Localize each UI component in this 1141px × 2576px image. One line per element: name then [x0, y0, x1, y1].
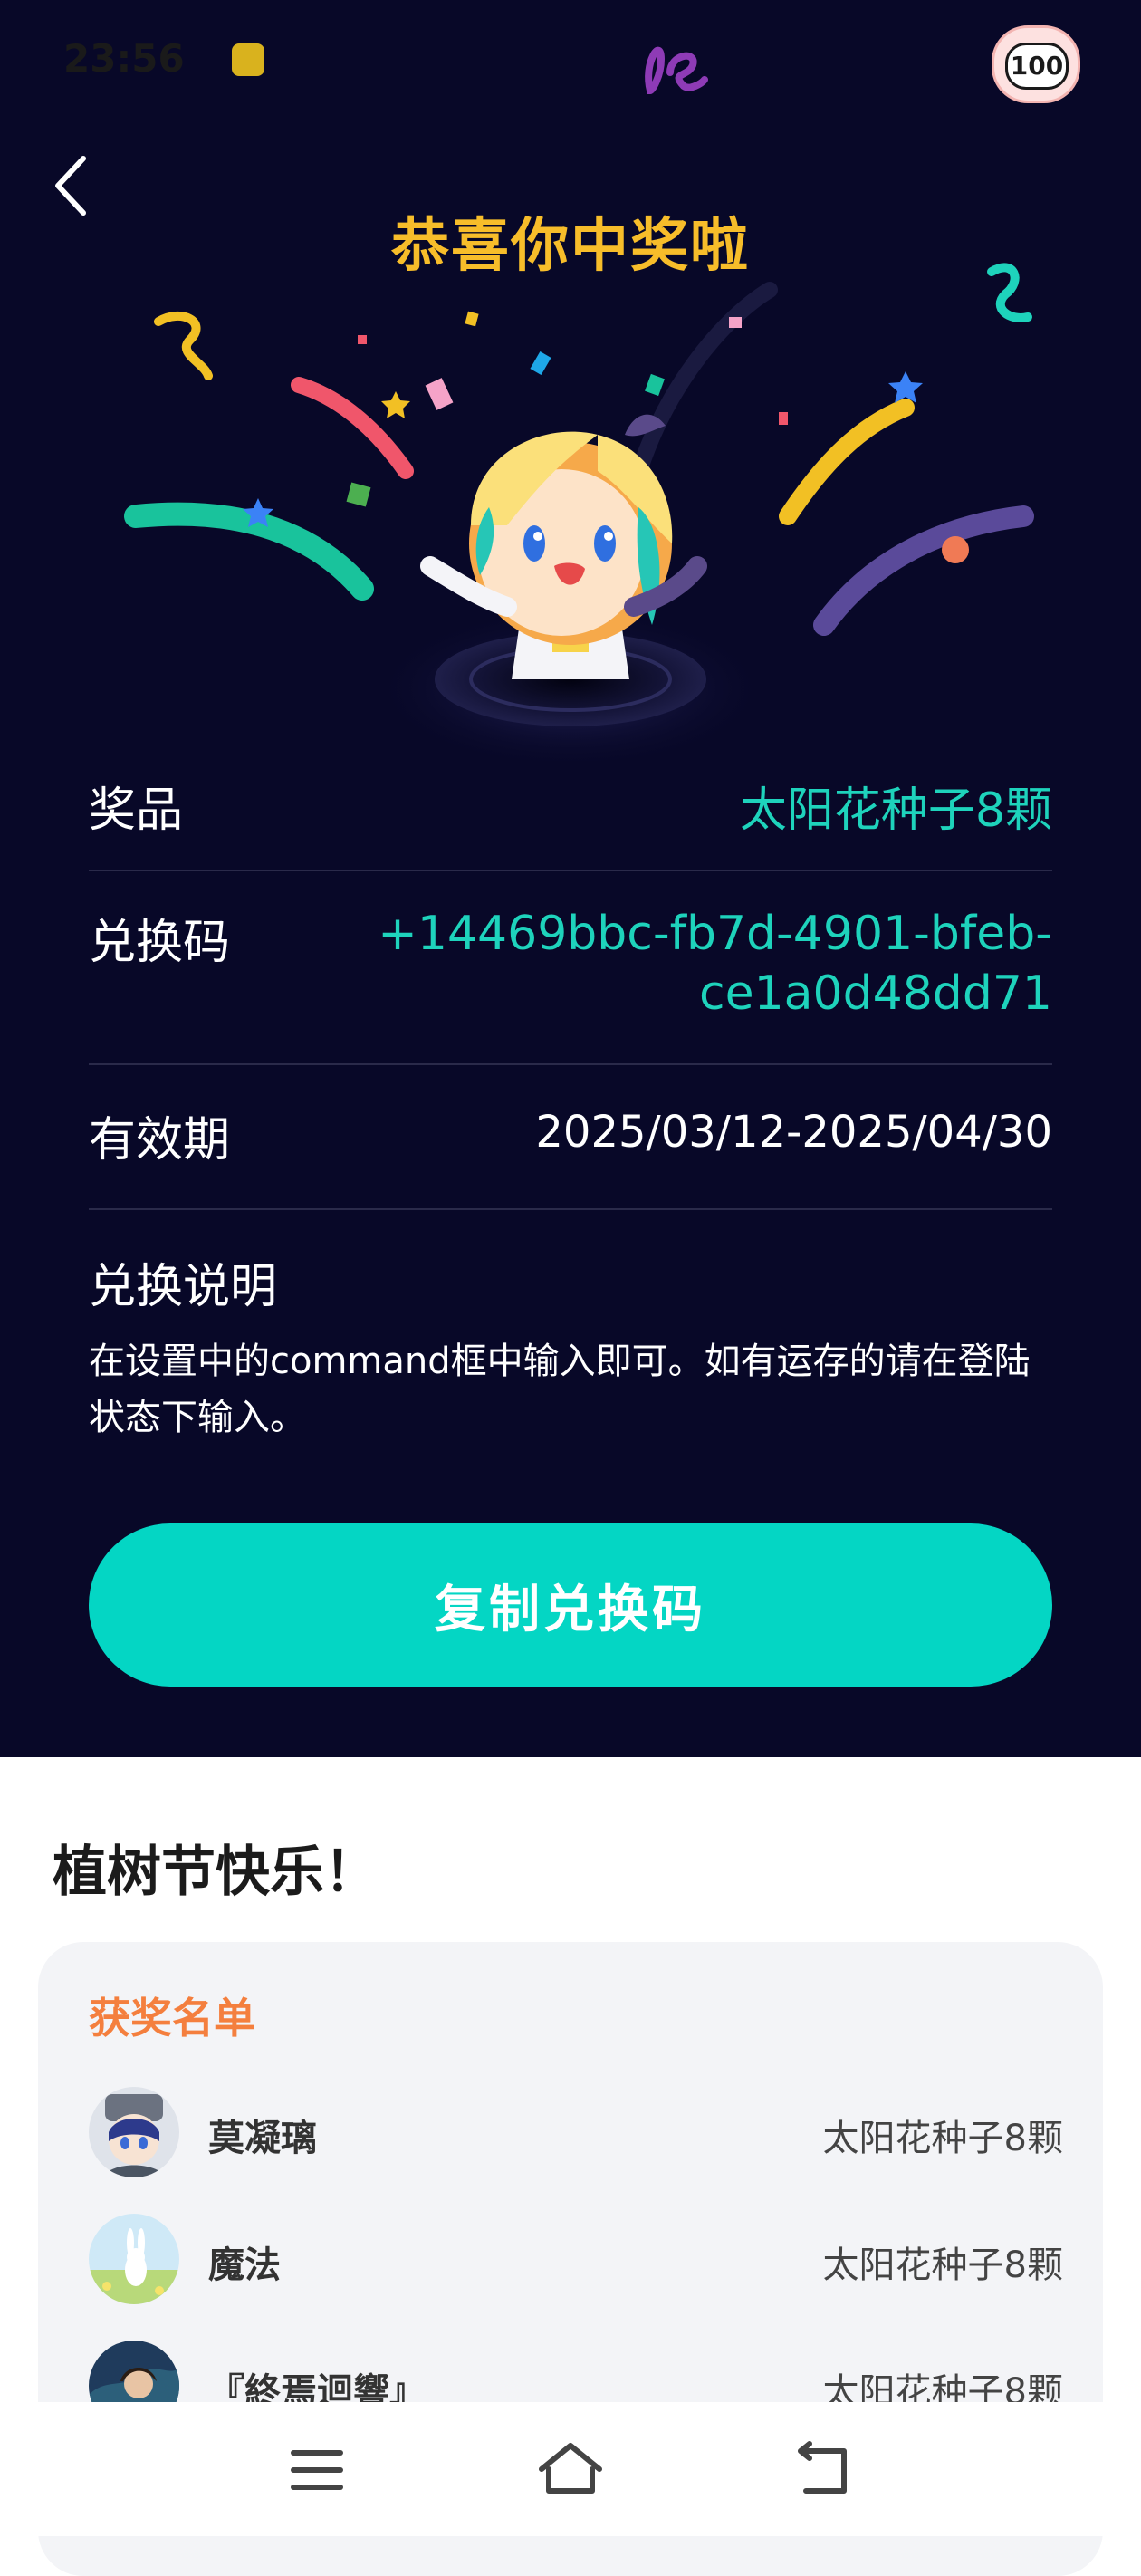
winner-prize: 太阳花种子8颗 [822, 2244, 1063, 2286]
winner-name: 莫凝璃 [208, 2118, 317, 2159]
prize-value: 太阳花种子8颗 [739, 783, 1052, 838]
back-nav-icon[interactable] [788, 2438, 860, 2502]
battery-indicator: 100 [992, 25, 1080, 103]
status-bar: 23:56 100 [0, 0, 1141, 127]
instructions-title: 兑换说明 [89, 1260, 278, 1314]
validity-label: 有效期 [89, 1113, 231, 1168]
section-title: 植树节快乐！ [53, 1841, 379, 1904]
prize-row: 奖品 太阳花种子8颗 [89, 761, 1052, 871]
validity-value: 2025/03/12-2025/04/30 [535, 1107, 1052, 1158]
instructions-text: 在设置中的command框中输入即可。如有运存的请在登陆状态下输入。 [89, 1341, 1031, 1438]
winner-item[interactable]: 莫凝璃 太阳花种子8颗 [89, 2087, 1063, 2187]
home-icon[interactable] [534, 2438, 607, 2502]
redeem-code-value[interactable]: +14469bbc-fb7d-4901-bfeb- ce1a0d48dd71 [378, 904, 1052, 1024]
winner-name: 魔法 [208, 2244, 281, 2286]
winner-item[interactable]: 魔法 太阳花种子8颗 [89, 2214, 1063, 2313]
system-navigation-bar [0, 2402, 1141, 2536]
redeem-code-row: 兑换码 +14469bbc-fb7d-4901-bfeb- ce1a0d48dd… [89, 870, 1052, 1065]
brand-logo-icon [645, 46, 708, 95]
prize-label: 奖品 [89, 783, 184, 838]
prize-panel: 23:56 100 恭喜你中奖啦 奖品 太阳花种子8颗 兑换码 +14469bb… [0, 0, 1141, 1757]
winners-title: 获奖名单 [89, 1994, 255, 2043]
celebration-illustration [124, 263, 1034, 761]
winner-avatar [89, 2087, 179, 2177]
status-time: 23:56 [63, 36, 185, 81]
copy-code-button[interactable]: 复制兑换码 [89, 1523, 1052, 1687]
menu-icon[interactable] [281, 2438, 353, 2502]
app-notification-icon [232, 43, 264, 76]
winner-prize: 太阳花种子8颗 [822, 2118, 1063, 2159]
battery-level: 100 [1005, 43, 1069, 90]
winner-avatar [89, 2214, 179, 2304]
redeem-code-label: 兑换码 [89, 916, 231, 970]
validity-row: 有效期 2025/03/12-2025/04/30 [89, 1063, 1052, 1210]
redeem-code-line-2: ce1a0d48dd71 [699, 966, 1052, 1021]
redeem-code-line-1: +14469bbc-fb7d-4901-bfeb- [378, 907, 1052, 961]
